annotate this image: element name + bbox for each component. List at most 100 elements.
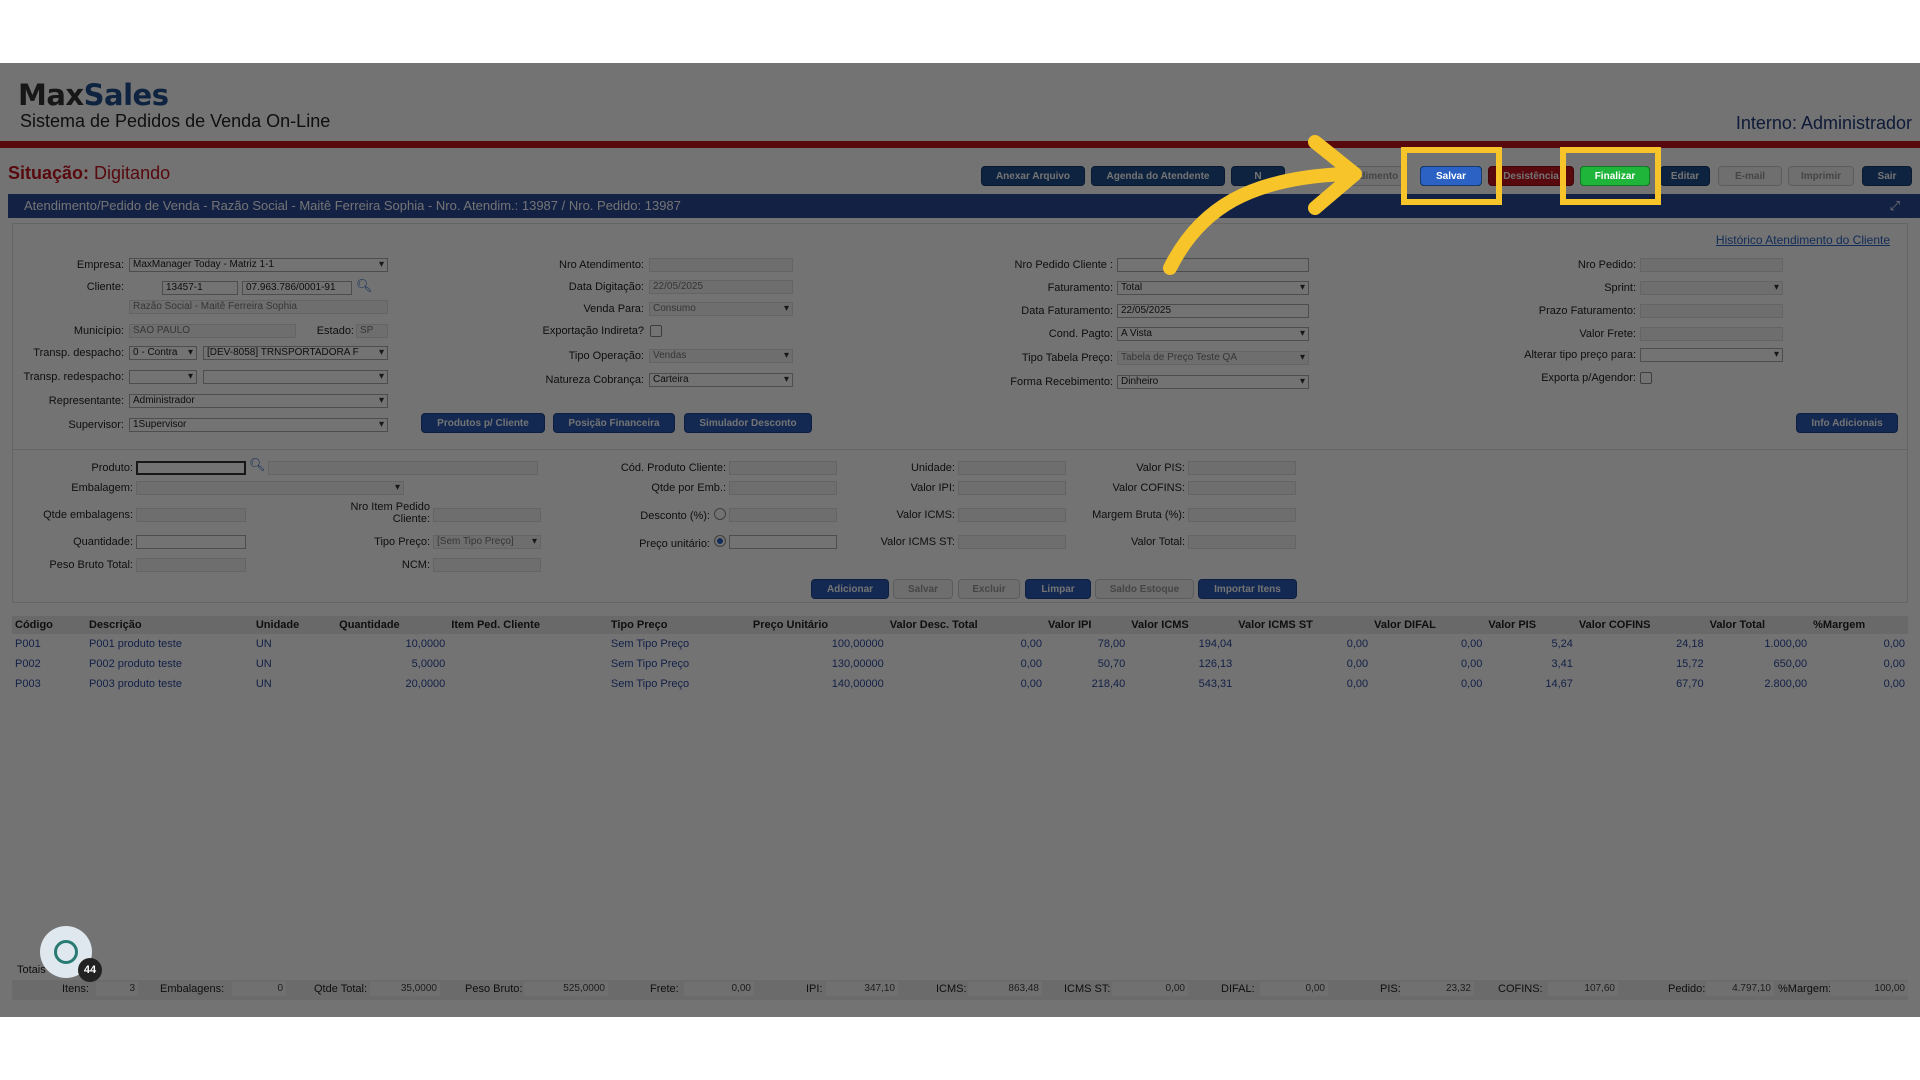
venda-para-select[interactable]: Consumo xyxy=(649,302,793,316)
editar-button[interactable]: Editar xyxy=(1660,166,1710,186)
column-header[interactable]: Valor DIFAL xyxy=(1371,616,1486,634)
transp-despacho-type-select[interactable]: 0 - Contra xyxy=(129,346,197,360)
column-header[interactable]: Valor COFINS xyxy=(1575,616,1707,634)
excluir-button[interactable]: Excluir xyxy=(958,579,1020,599)
totals-qtde-label: Qtde Total: xyxy=(314,983,367,995)
column-header[interactable]: Valor Total xyxy=(1706,616,1811,634)
column-header[interactable]: Preço Unitário xyxy=(749,616,887,634)
column-header[interactable]: %Margem xyxy=(1810,616,1908,634)
cod-produto-cliente-label: Cód. Produto Cliente: xyxy=(620,462,726,474)
valor-icms-field xyxy=(958,508,1066,522)
transp-despacho-select[interactable]: [DEV-8058] TRNSPORTADORA F xyxy=(203,346,388,360)
table-cell: 5,0000 xyxy=(411,658,446,670)
anexar-arquivo-button[interactable]: Anexar Arquivo xyxy=(981,166,1085,186)
chat-widget-button[interactable]: 44 xyxy=(40,926,102,982)
forma-recebimento-label: Forma Recebimento: xyxy=(1010,376,1113,388)
table-cell: 0,00 xyxy=(1883,658,1905,670)
forma-recebimento-select[interactable]: Dinheiro xyxy=(1117,375,1309,389)
column-header[interactable]: Tipo Preço xyxy=(607,616,750,634)
peso-bruto-field xyxy=(136,558,246,572)
produto-field[interactable] xyxy=(136,461,246,475)
column-header[interactable]: Unidade xyxy=(252,616,337,634)
column-header[interactable]: Item Ped. Cliente xyxy=(448,616,608,634)
supervisor-select[interactable]: 1Supervisor xyxy=(129,418,388,432)
tipo-tabela-select[interactable]: Tabela de Preço Teste QA xyxy=(1117,351,1309,365)
nro-atendimento-field xyxy=(649,258,793,272)
alterar-tipo-select[interactable] xyxy=(1640,348,1783,362)
margem-bruta-label: Margem Bruta (%): xyxy=(1092,509,1185,521)
table-cell: 0,00 xyxy=(1020,658,1042,670)
table-cell: P003 produto teste xyxy=(89,678,182,690)
column-header[interactable]: Quantidade xyxy=(336,616,449,634)
sair-button[interactable]: Sair xyxy=(1862,166,1912,186)
faturamento-label: Faturamento: xyxy=(1047,282,1113,294)
column-header[interactable]: Valor PIS xyxy=(1485,616,1576,634)
column-header[interactable]: Valor ICMS xyxy=(1128,616,1236,634)
table-cell: 67,70 xyxy=(1676,678,1704,690)
posicao-financeira-button[interactable]: Posição Financeira xyxy=(553,413,675,433)
table-row[interactable]: P003 P003 produto teste UN 20,0000 Sem Tipo … xyxy=(12,674,1908,694)
salvar-item-button[interactable]: Salvar xyxy=(893,579,953,599)
municipio-field: SAO PAULO xyxy=(129,324,296,338)
cond-pagto-select[interactable]: A Vista xyxy=(1117,327,1309,341)
table-cell: 0,00 xyxy=(1883,678,1905,690)
representante-select[interactable]: Administrador xyxy=(129,394,388,408)
cod-produto-cliente-field xyxy=(729,461,837,475)
nro-pedido-field xyxy=(1640,258,1783,272)
email-button[interactable]: E-mail xyxy=(1718,166,1782,186)
table-cell: 543,31 xyxy=(1198,678,1233,690)
importar-itens-button[interactable]: Importar Itens xyxy=(1198,579,1297,599)
limpar-button[interactable]: Limpar xyxy=(1025,579,1091,599)
alterar-tipo-label: Alterar tipo preço para: xyxy=(1524,349,1636,361)
column-header[interactable]: Descrição xyxy=(86,616,253,634)
info-adicionais-button[interactable]: Info Adicionais xyxy=(1796,413,1898,433)
tipo-preco-label: Tipo Preço: xyxy=(374,536,430,548)
table-cell: 0,00 xyxy=(1460,638,1483,650)
produto-search-icon[interactable]: 🔍︎ xyxy=(249,457,266,473)
expand-icon[interactable]: ⤢ xyxy=(1890,194,1900,218)
column-header[interactable]: Valor IPI xyxy=(1044,616,1129,634)
exportacao-checkbox[interactable] xyxy=(650,325,662,337)
historico-link[interactable]: Histórico Atendimento do Cliente xyxy=(1716,233,1890,247)
table-cell: UN xyxy=(255,678,272,690)
table-cell: 78,00 xyxy=(1097,638,1126,650)
column-header[interactable]: Valor ICMS ST xyxy=(1235,616,1372,634)
transp-redespacho-type-select[interactable] xyxy=(129,370,197,384)
table-row[interactable]: P001 P001 produto teste UN 10,0000 Sem Tipo … xyxy=(12,634,1908,654)
produtos-cliente-button[interactable]: Produtos p/ Cliente xyxy=(421,413,545,433)
totals-icms-label: ICMS: xyxy=(936,983,967,995)
empresa-select[interactable]: MaxManager Today - Matriz 1-1 xyxy=(129,258,388,272)
exporta-agendor-checkbox[interactable] xyxy=(1640,372,1652,384)
tipo-preco-select[interactable]: [Sem Tipo Preço] xyxy=(433,535,541,549)
finalizar-highlight-box xyxy=(1560,147,1661,205)
embalagem-select[interactable] xyxy=(136,481,404,495)
cliente-code-field[interactable]: 13457-1 xyxy=(162,281,238,295)
saldo-estoque-button[interactable]: Saldo Estoque xyxy=(1095,579,1194,599)
sprint-select[interactable] xyxy=(1640,281,1783,295)
table-cell: 1.000,00 xyxy=(1764,638,1808,650)
adicionar-button[interactable]: Adicionar xyxy=(811,579,889,599)
simulador-desconto-button[interactable]: Simulador Desconto xyxy=(684,413,812,433)
valor-ipi-field xyxy=(958,481,1066,495)
cliente-label: Cliente: xyxy=(86,281,124,293)
preco-unitario-label: Preço unitário: xyxy=(639,538,710,550)
column-header[interactable]: Valor Desc. Total xyxy=(886,616,1045,634)
imprimir-button[interactable]: Imprimir xyxy=(1788,166,1854,186)
totals-icms-st-label: ICMS ST: xyxy=(1064,983,1111,995)
desconto-radio[interactable] xyxy=(714,508,726,520)
column-header[interactable]: Código xyxy=(12,616,86,634)
data-faturamento-field[interactable]: 22/05/2025 xyxy=(1117,304,1309,318)
transp-redespacho-select[interactable] xyxy=(203,370,388,384)
data-faturamento-label: Data Faturamento: xyxy=(1021,305,1113,317)
tipo-operacao-select[interactable]: Vendas xyxy=(649,349,793,363)
cliente-cnpj-field[interactable]: 07.963.786/0001-91 xyxy=(242,281,352,295)
cliente-search-icon[interactable]: 🔍︎ xyxy=(356,278,373,294)
user-info: Interno: Administrador xyxy=(1735,113,1912,133)
preco-unitario-field[interactable] xyxy=(729,535,837,549)
totals-bar: Itens: 3 Embalagens: 0 Qtde Total: 35,00… xyxy=(12,980,1908,1000)
natureza-cobranca-select[interactable]: Carteira xyxy=(649,373,793,387)
table-cell: 0,00 xyxy=(1020,678,1042,690)
table-row[interactable]: P002 P002 produto teste UN 5,0000 Sem Tipo P… xyxy=(12,654,1908,674)
quantidade-field[interactable] xyxy=(136,535,246,549)
preco-unitario-radio[interactable] xyxy=(714,535,726,547)
